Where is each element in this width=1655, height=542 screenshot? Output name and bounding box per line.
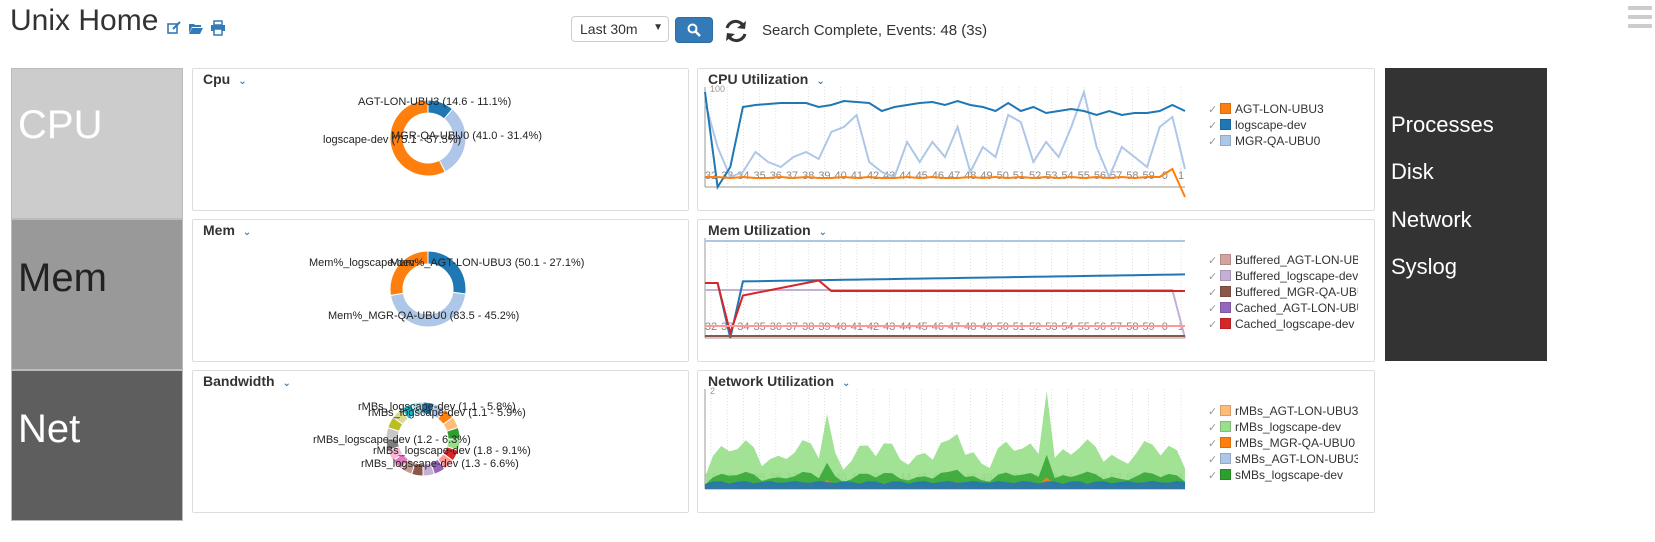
x-tick-label: 1 bbox=[1178, 170, 1184, 182]
legend-item[interactable]: ✓ AGT-LON-UBU3 bbox=[1208, 101, 1324, 117]
legend-item[interactable]: ✓Cached_AGT-LON-UBU3 bbox=[1208, 300, 1358, 316]
donut-label: Mem%_MGR-QA-UBU0 (83.5 - 45.2%) bbox=[328, 310, 520, 322]
x-tick-label: 51 bbox=[1013, 170, 1025, 182]
side-nav: Processes Disk Network Syslog bbox=[1385, 68, 1547, 361]
x-tick-label: 46 bbox=[932, 170, 944, 182]
check-icon: ✓ bbox=[1208, 136, 1218, 148]
y-top-label: 100 bbox=[710, 84, 725, 94]
time-range-value: Last 30m bbox=[580, 21, 638, 37]
mem-panel: Mem ⌄ Mem%_AGT-LON-UBU3 (50.1 - 27.1%) Me… bbox=[192, 219, 689, 362]
network-utilization-panel: Network Utilization⌄ 3233343536373839404… bbox=[697, 370, 1375, 513]
tile-cpu[interactable]: CPU bbox=[11, 68, 183, 219]
legend-item[interactable]: ✓ MGR-QA-UBU0 bbox=[1208, 133, 1320, 149]
tile-mem[interactable]: Mem bbox=[11, 219, 183, 370]
x-tick-label: 56 bbox=[1094, 170, 1106, 182]
check-icon: ✓ bbox=[1208, 454, 1218, 466]
search-status: Search Complete, Events: 48 (3s) bbox=[762, 22, 988, 39]
donut-label: rMBs_logscape-dev (1.8 - 9.1%) bbox=[373, 445, 531, 457]
x-tick-label: 37 bbox=[786, 170, 798, 182]
donut-label: AGT-LON-UBU3 (14.6 - 11.1%) bbox=[358, 96, 512, 108]
check-icon: ✓ bbox=[1208, 287, 1218, 299]
legend-item[interactable]: ✓ Buffered_logscape-dev bbox=[1208, 268, 1358, 284]
legend-item[interactable]: ✓ Cached_logscape-dev bbox=[1208, 316, 1354, 332]
nav-item-syslog[interactable]: Syslog bbox=[1391, 254, 1457, 280]
legend-item[interactable]: ✓Buffered_MGR-QA-UBU0 bbox=[1208, 284, 1358, 300]
legend-item[interactable]: ✓ rMBs_AGT-LON-UBU3 bbox=[1208, 403, 1358, 419]
legend-item[interactable]: ✓ sMBs_AGT-LON-UBU3 bbox=[1208, 451, 1358, 467]
print-icon[interactable] bbox=[210, 20, 226, 36]
check-icon: ✓ bbox=[1208, 422, 1218, 434]
check-icon: ✓ bbox=[1208, 470, 1218, 482]
cpu-utilization-panel: CPU Utilization ⌄ 32 33 34 35 36 37 38 39 40 41 42 4… bbox=[697, 68, 1375, 211]
time-range-select[interactable]: Last 30m ▼ bbox=[571, 16, 669, 42]
x-tick-label: 49 bbox=[980, 170, 992, 182]
donut-label: Mem%_AGT-LON-UBU3 (50.1 - 27.1%) bbox=[390, 257, 585, 269]
mem-utilization-legend: ✓Buffered_AGT-LON-UBU3✓Buffered_logscape… bbox=[1208, 252, 1358, 338]
caret-down-icon: ▼ bbox=[653, 22, 663, 33]
x-tick-label: 55 bbox=[1078, 170, 1090, 182]
legend-item[interactable]: ✓ logscape-dev bbox=[1208, 117, 1306, 133]
x-tick-label: 42 bbox=[867, 170, 879, 182]
refresh-icon[interactable] bbox=[722, 17, 750, 45]
x-tick-label: 41 bbox=[851, 170, 863, 182]
check-icon: ✓ bbox=[1208, 319, 1218, 331]
x-tick-label: 44 bbox=[899, 170, 911, 182]
x-tick-label: 35 bbox=[753, 170, 765, 182]
x-tick-label: 47 bbox=[948, 170, 960, 182]
x-tick-label: 58 bbox=[1126, 170, 1138, 182]
folder-open-icon[interactable] bbox=[188, 20, 204, 36]
check-icon: ✓ bbox=[1208, 120, 1218, 132]
x-tick-label: 52 bbox=[1029, 170, 1041, 182]
x-tick-label: 54 bbox=[1061, 170, 1073, 182]
bandwidth-panel: Bandwidth ⌄ rMBs_logscape-dev (1.1 - 5.8%… bbox=[192, 370, 689, 513]
nav-item-processes[interactable]: Processes bbox=[1391, 112, 1494, 138]
legend-item[interactable]: ✓Buffered_AGT-LON-UBU3 bbox=[1208, 252, 1358, 268]
x-tick-label: 50 bbox=[997, 170, 1009, 182]
tile-net[interactable]: Net bbox=[11, 370, 183, 521]
check-icon: ✓ bbox=[1208, 303, 1218, 315]
x-tick-label: 36 bbox=[770, 170, 782, 182]
x-tick-label: 40 bbox=[835, 170, 847, 182]
edit-icon[interactable] bbox=[166, 20, 182, 36]
mem-utilization-panel: Mem Utilization ⌄ 32 33 34 35 36 37 38 39 40 41 42 4… bbox=[697, 219, 1375, 362]
search-button[interactable] bbox=[675, 17, 713, 43]
search-icon bbox=[687, 23, 701, 37]
donut-label: rMBs_logscape-dev (1.1 - 5.9%) bbox=[368, 407, 526, 419]
legend-item[interactable]: ✓ rMBs_MGR-QA-UBU0 bbox=[1208, 435, 1355, 451]
check-icon: ✓ bbox=[1208, 104, 1218, 116]
y-top-label: 2 bbox=[710, 386, 715, 396]
cpu-panel: Cpu ⌄ AGT-LON-UBU3 (14.6 - 11.1%) MGR-QA-… bbox=[192, 68, 689, 211]
check-icon: ✓ bbox=[1208, 406, 1218, 418]
nav-item-disk[interactable]: Disk bbox=[1391, 159, 1434, 185]
donut-label: logscape-dev (75.1 - 57.5%) bbox=[323, 134, 462, 146]
check-icon: ✓ bbox=[1208, 271, 1218, 283]
tile-net-label: Net bbox=[18, 407, 81, 451]
legend-item[interactable]: ✓ sMBs_logscape-dev bbox=[1208, 467, 1343, 483]
tile-mem-label: Mem bbox=[18, 256, 107, 300]
donut-label: Mem%_logscape-dev bbox=[309, 257, 415, 269]
x-tick-label: 38 bbox=[802, 170, 814, 182]
tile-cpu-label: CPU bbox=[18, 103, 103, 147]
hamburger-menu-icon[interactable] bbox=[1628, 6, 1652, 30]
x-tick-label: 39 bbox=[818, 170, 830, 182]
mem-donut-chart bbox=[389, 250, 467, 328]
nav-item-network[interactable]: Network bbox=[1391, 207, 1472, 233]
x-tick-label: 53 bbox=[1045, 170, 1057, 182]
donut-label: rMBs_logscape-dev (1.3 - 6.6%) bbox=[361, 458, 519, 470]
check-icon: ✓ bbox=[1208, 438, 1218, 450]
x-tick-label: 45 bbox=[916, 170, 928, 182]
page-title: Unix Home bbox=[10, 4, 159, 37]
legend-item[interactable]: ✓ rMBs_logscape-dev bbox=[1208, 419, 1341, 435]
network-utilization-legend: ✓ rMBs_AGT-LON-UBU3 ✓ rMBs_logscape-dev ✓ rMB… bbox=[1208, 403, 1358, 489]
check-icon: ✓ bbox=[1208, 255, 1218, 267]
